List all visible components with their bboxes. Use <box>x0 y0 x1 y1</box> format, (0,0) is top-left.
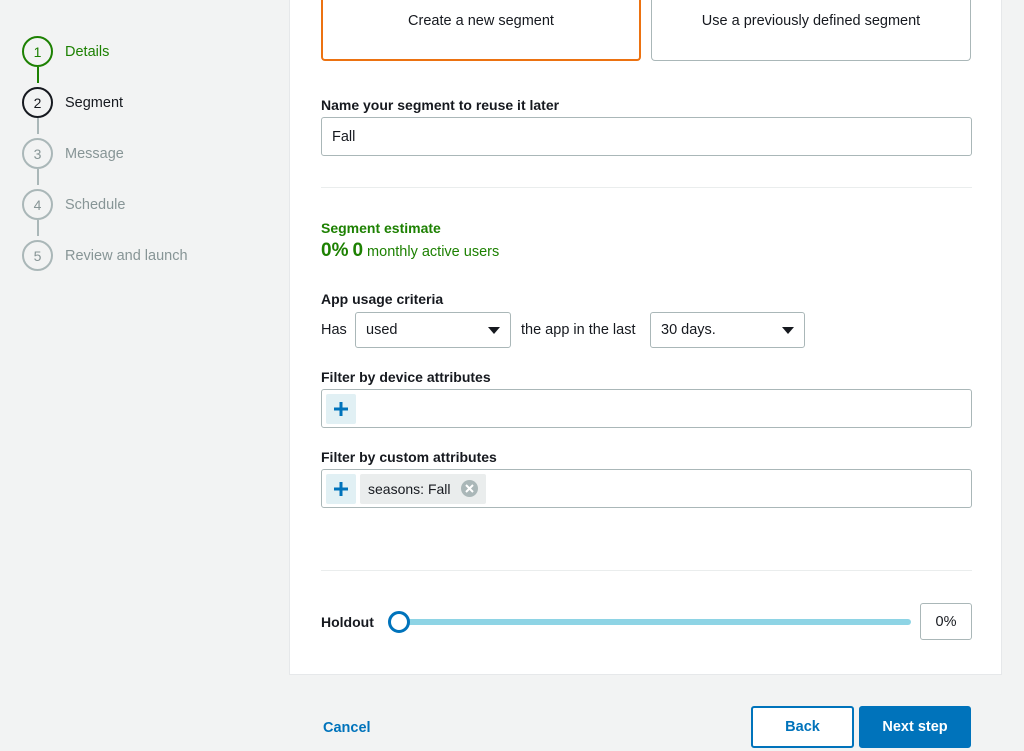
token-text: seasons: Fall <box>368 481 451 497</box>
step-review-and-launch: 5 Review and launch <box>22 240 188 271</box>
holdout-slider-track[interactable] <box>394 619 911 625</box>
use-existing-segment-option[interactable]: Use a previously defined segment <box>651 0 971 61</box>
app-usage-middle: the app in the last <box>521 322 636 338</box>
create-new-segment-option[interactable]: Create a new segment <box>321 0 641 61</box>
token-key: seasons: <box>368 480 425 497</box>
token-value: Fall <box>427 480 451 497</box>
close-icon <box>464 484 474 493</box>
plus-icon <box>334 481 348 496</box>
plus-icon <box>334 401 348 416</box>
custom-filter-label: Filter by custom attributes <box>321 449 497 465</box>
next-step-button[interactable]: Next step <box>859 706 971 748</box>
step-number: 1 <box>22 36 53 67</box>
step-schedule: 4 Schedule <box>22 189 125 220</box>
step-message: 3 Message <box>22 138 124 169</box>
step-segment: 2 Segment <box>22 87 123 118</box>
holdout-value-field[interactable]: 0% <box>920 603 972 640</box>
step-number: 4 <box>22 189 53 220</box>
add-device-filter-button[interactable] <box>326 393 356 424</box>
segment-panel: Create a new segment Use a previously de… <box>289 0 1002 675</box>
segment-estimate-value: 0% 0 monthly active users <box>321 240 499 262</box>
custom-filter-box[interactable]: seasons: Fall <box>321 469 972 508</box>
caret-down-icon <box>488 326 500 334</box>
segment-name-label: Name your segment to reuse it later <box>321 97 560 113</box>
holdout-label: Holdout <box>321 614 374 630</box>
section-divider <box>321 187 972 188</box>
cancel-link[interactable]: Cancel <box>323 720 371 736</box>
step-connector <box>36 67 39 83</box>
step-number: 5 <box>22 240 53 271</box>
step-connector <box>36 220 39 236</box>
step-connector <box>36 118 39 134</box>
segment-name-input[interactable] <box>321 117 972 156</box>
app-usage-prefix: Has <box>321 322 347 338</box>
holdout-slider-handle[interactable] <box>388 611 410 633</box>
segment-estimate-title: Segment estimate <box>321 220 441 236</box>
option-label: Use a previously defined segment <box>701 13 921 29</box>
usage-select[interactable]: used <box>355 312 511 348</box>
step-label: Schedule <box>65 196 126 213</box>
device-filter-box[interactable] <box>321 389 972 428</box>
period-select[interactable]: 30 days. <box>650 312 805 348</box>
period-select-value: 30 days. <box>661 322 716 338</box>
device-filter-label: Filter by device attributes <box>321 369 491 385</box>
add-custom-filter-button[interactable] <box>326 473 356 504</box>
estimate-count: 0 <box>352 240 364 261</box>
step-details[interactable]: 1 Details <box>22 36 109 67</box>
step-label: Message <box>65 145 124 162</box>
remove-token-icon[interactable] <box>460 480 478 497</box>
option-label: Create a new segment <box>408 12 554 29</box>
step-label: Details <box>65 43 110 60</box>
step-connector <box>36 169 39 185</box>
step-label: Segment <box>65 94 124 111</box>
app-usage-label: App usage criteria <box>321 291 444 307</box>
section-divider <box>321 570 972 571</box>
step-number: 2 <box>22 87 53 118</box>
back-button[interactable]: Back <box>751 706 854 748</box>
step-number: 3 <box>22 138 53 169</box>
estimate-suffix: monthly active users <box>367 244 500 260</box>
filter-token[interactable]: seasons: Fall <box>360 473 486 504</box>
estimate-percent: 0% <box>321 240 349 261</box>
usage-select-value: used <box>366 322 398 338</box>
step-label: Review and launch <box>65 247 188 264</box>
caret-down-icon <box>782 326 794 334</box>
